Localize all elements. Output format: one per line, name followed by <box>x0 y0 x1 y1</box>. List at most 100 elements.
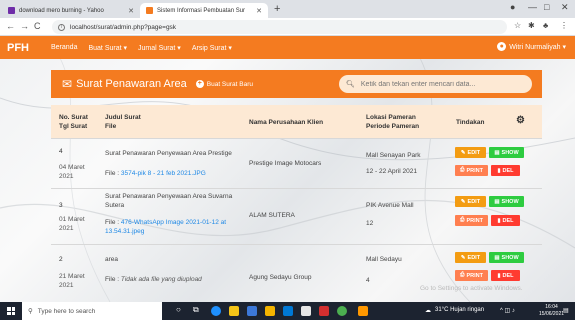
page-header: ✉ Surat Penawaran Area + Buat Surat Baru… <box>51 70 542 98</box>
chrome-icon[interactable] <box>337 306 347 316</box>
show-button[interactable]: ▤ SHOW <box>489 147 524 158</box>
printer-icon: ⎙ <box>460 272 465 278</box>
row-title: Surat Penawaran Penyewaan Area Suvarna S… <box>105 192 232 210</box>
new-letter-button[interactable]: + Buat Surat Baru <box>195 80 253 88</box>
yahoo-favicon-icon <box>8 7 15 14</box>
site-info-icon[interactable]: i <box>58 23 65 31</box>
row-date: 04 Maret 2021 <box>59 163 85 181</box>
del-label: DEL <box>502 217 514 224</box>
file-link[interactable]: 13.54.31.jpeg <box>105 228 144 235</box>
pencil-icon: ✎ <box>460 198 466 205</box>
notification-icon[interactable]: ▤ <box>563 307 569 314</box>
delete-button[interactable]: ▮ DEL <box>491 165 520 176</box>
forward-icon[interactable]: → <box>20 21 29 31</box>
col-label: No. Surat <box>59 114 88 121</box>
document-icon: ▤ <box>494 198 500 205</box>
back-icon[interactable]: ← <box>6 21 15 31</box>
weather-status[interactable]: 31°C Hujan ringan <box>435 307 484 313</box>
new-tab-icon[interactable]: + <box>274 3 280 15</box>
col-label: Judul Surat <box>105 114 141 121</box>
edit-button[interactable]: ✎ EDIT <box>455 252 486 263</box>
app-favicon-icon <box>146 7 153 14</box>
user-menu[interactable]: ● Witri Nurmaliyah ▾ <box>497 42 566 51</box>
document-icon: ▤ <box>494 254 500 261</box>
file-link[interactable]: 3574-pik 8 - 21 feb 2021.JPG <box>121 170 206 177</box>
taskbar-search-placeholder: Type here to search <box>37 307 96 315</box>
edge-icon[interactable] <box>211 306 221 316</box>
browser-tab-sistem[interactable]: Sistem Informasi Pembuatan Sur ✕ <box>140 3 268 18</box>
col-no-surat: No. Surat Tgl Surat <box>59 113 88 131</box>
maximize-icon[interactable]: □ <box>544 2 549 12</box>
col-label: Lokasi Pameran <box>366 114 416 121</box>
bookmark-star-icon[interactable]: ☆ <box>514 21 521 30</box>
col-judul: Judul Surat File <box>105 113 141 131</box>
mail-icon[interactable] <box>283 306 293 316</box>
nav-beranda[interactable]: Beranda <box>51 44 77 51</box>
edit-button[interactable]: ✎ EDIT <box>455 196 486 207</box>
search-input[interactable] <box>360 80 521 88</box>
date-line: 2021 <box>59 225 74 232</box>
delete-button[interactable]: ▮ DEL <box>491 215 520 226</box>
user-name: Witri Nurmaliyah ▾ <box>509 43 566 51</box>
pencil-icon: ✎ <box>460 149 466 156</box>
xampp-icon[interactable] <box>358 306 368 316</box>
search-icon: ⚲ <box>28 308 33 315</box>
date-line: 21 Maret <box>59 273 85 280</box>
plus-icon: + <box>195 80 204 88</box>
col-perusahaan: Nama Perusahaan Klien <box>249 119 324 126</box>
file-explorer-icon[interactable] <box>229 306 239 316</box>
row-file: File : 3574-pik 8 - 21 feb 2021.JPG <box>105 169 206 178</box>
row-title: area <box>105 256 119 263</box>
sticky-app-icon[interactable] <box>265 306 275 316</box>
printer-icon: ⎙ <box>460 217 465 223</box>
file-link[interactable]: 476-WhatsApp Image 2021-01-12 at <box>121 219 226 226</box>
edit-button[interactable]: ✎ EDIT <box>455 147 486 158</box>
nav-buat-surat[interactable]: Buat Surat ▾ <box>88 44 127 52</box>
app-icon[interactable] <box>301 306 311 316</box>
file-label: File : <box>105 170 120 177</box>
title-line: Sutera <box>105 202 125 209</box>
brand-logo[interactable]: PFH <box>7 42 51 54</box>
tray-icons[interactable]: ^ ◫ ♪ <box>500 307 515 314</box>
app-icon[interactable] <box>319 306 329 316</box>
date-line: 01 Maret <box>59 216 85 223</box>
title-line: Surat Penawaran Penyewaan Area Suvarna <box>105 193 233 200</box>
nav-arsip-surat[interactable]: Arsip Surat ▾ <box>192 44 232 52</box>
row-company: Agung Sedayu Group <box>249 274 312 281</box>
reload-icon[interactable]: C <box>34 21 41 31</box>
search-icon: 🔍︎ <box>346 81 355 88</box>
cortana-icon[interactable]: ○ <box>176 305 186 315</box>
row-period: 12 - 22 April 2021 <box>366 168 417 175</box>
windows-start-icon[interactable] <box>7 307 15 315</box>
task-view-icon[interactable]: ⧉ <box>193 305 203 315</box>
minimize-icon[interactable]: — <box>528 2 537 12</box>
close-tab-icon[interactable]: ✕ <box>256 7 262 15</box>
close-window-icon[interactable]: ✕ <box>561 2 569 13</box>
weather-cloud-icon[interactable]: ☁ <box>425 307 431 314</box>
url-field[interactable]: i localhost/surat/admin.php?page=gsk <box>52 20 507 34</box>
browser-tab-yahoo[interactable]: download mero burning - Yahoo ✕ <box>2 3 140 18</box>
settings-gear-icon[interactable]: ⚙ <box>516 116 525 126</box>
nav-jurnal-surat[interactable]: Jumal Surat ▾ <box>138 44 181 52</box>
show-button[interactable]: ▤ SHOW <box>489 252 524 263</box>
browser-tabstrip: download mero burning - Yahoo ✕ Sistem I… <box>0 0 575 18</box>
profile-circle-icon[interactable]: ● <box>510 2 515 12</box>
letters-table: No. Surat Tgl Surat Judul Surat File Nam… <box>51 105 542 296</box>
menu-dots-icon[interactable]: ⋮ <box>560 21 568 30</box>
taskbar-search[interactable]: ⚲ Type here to search <box>22 302 162 320</box>
account-icon[interactable]: ♣ <box>543 21 548 30</box>
store-icon[interactable] <box>247 306 257 316</box>
close-tab-icon[interactable]: ✕ <box>128 7 134 15</box>
system-clock[interactable]: 16:04 15/06/2021 <box>539 304 564 318</box>
edit-label: EDIT <box>467 149 481 156</box>
print-button[interactable]: ⎙ PRINT <box>455 270 488 281</box>
extension-icon[interactable]: ✱ <box>528 21 535 30</box>
delete-button[interactable]: ▮ DEL <box>491 270 520 281</box>
table-row: 4 04 Maret 2021 Surat Penawaran Penyewaa… <box>51 138 542 188</box>
print-button[interactable]: ⎙ PRINT <box>455 215 488 226</box>
show-button[interactable]: ▤ SHOW <box>489 196 524 207</box>
row-period: 4 <box>366 277 370 284</box>
edit-label: EDIT <box>467 254 481 261</box>
print-button[interactable]: ⎙ PRINT <box>455 165 488 176</box>
row-date: 21 Maret 2021 <box>59 272 85 290</box>
